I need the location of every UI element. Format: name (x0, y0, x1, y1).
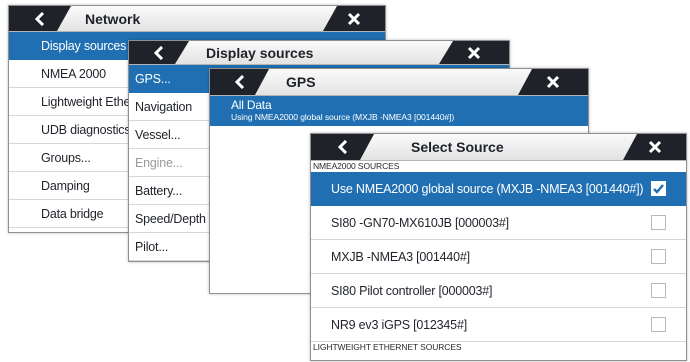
gps-item-all-data[interactable]: All Data Using NMEA2000 global source (M… (210, 96, 588, 126)
close-x-icon (347, 12, 361, 25)
display-sources-close-button[interactable] (439, 41, 509, 64)
source-item-label: SI80 -GN70-MX610JB [000003#] (331, 215, 509, 230)
source-checkbox[interactable] (651, 283, 666, 298)
network-title-bar: Network (9, 6, 385, 32)
gps-title: GPS (286, 74, 316, 90)
network-back-button[interactable] (9, 6, 71, 31)
chevron-left-icon (337, 140, 349, 154)
source-item-label: MXJB -NMEA3 [001440#] (331, 249, 470, 264)
network-close-button[interactable] (323, 6, 385, 31)
gps-back-button[interactable] (210, 69, 269, 95)
source-item-si80-pilot[interactable]: SI80 Pilot controller [000003#] (311, 274, 686, 308)
gps-title-bar: GPS (210, 69, 588, 96)
source-item-si80-gn70[interactable]: SI80 -GN70-MX610JB [000003#] (311, 206, 686, 240)
source-checkbox[interactable] (651, 215, 666, 230)
source-item-nr9-igps[interactable]: NR9 ev3 iGPS [012345#] (311, 308, 686, 342)
checkmark-icon (653, 183, 664, 194)
gps-item-all-data-label: All Data (231, 98, 272, 112)
source-checkbox[interactable] (651, 181, 666, 196)
close-x-icon (648, 140, 661, 154)
select-source-back-button[interactable] (311, 134, 374, 160)
source-checkbox[interactable] (651, 249, 666, 264)
source-checkbox[interactable] (651, 317, 666, 332)
source-item-global[interactable]: Use NMEA2000 global source (MXJB -NMEA3 … (311, 172, 686, 206)
close-x-icon (467, 46, 481, 59)
select-source-title: Select Source (411, 139, 504, 155)
chevron-left-icon (34, 12, 46, 26)
select-source-panel: Select Source NMEA2000 SOURCES Use NMEA2… (310, 133, 687, 361)
select-source-close-button[interactable] (623, 134, 686, 160)
select-source-title-bar: Select Source (311, 134, 686, 161)
display-sources-back-button[interactable] (129, 41, 189, 64)
section-lightweight-ethernet-sources: LIGHTWEIGHT ETHERNET SOURCES (313, 342, 462, 352)
display-sources-title: Display sources (206, 44, 314, 61)
gps-close-button[interactable] (518, 69, 588, 95)
chevron-left-icon (234, 75, 246, 89)
gps-item-all-data-sublabel: Using NMEA2000 global source (MXJB -NMEA… (231, 112, 455, 122)
section-nmea2000-sources: NMEA2000 SOURCES (313, 161, 400, 171)
source-item-label: Use NMEA2000 global source (MXJB -NMEA3 … (331, 181, 644, 196)
network-title: Network (85, 10, 141, 27)
source-item-label: SI80 Pilot controller [000003#] (331, 283, 493, 298)
source-item-mxjb-nmea3[interactable]: MXJB -NMEA3 [001440#] (311, 240, 686, 274)
source-item-label: NR9 ev3 iGPS [012345#] (331, 317, 467, 332)
display-sources-title-bar: Display sources (129, 41, 509, 65)
close-x-icon (546, 75, 560, 89)
chevron-left-icon (153, 46, 165, 60)
